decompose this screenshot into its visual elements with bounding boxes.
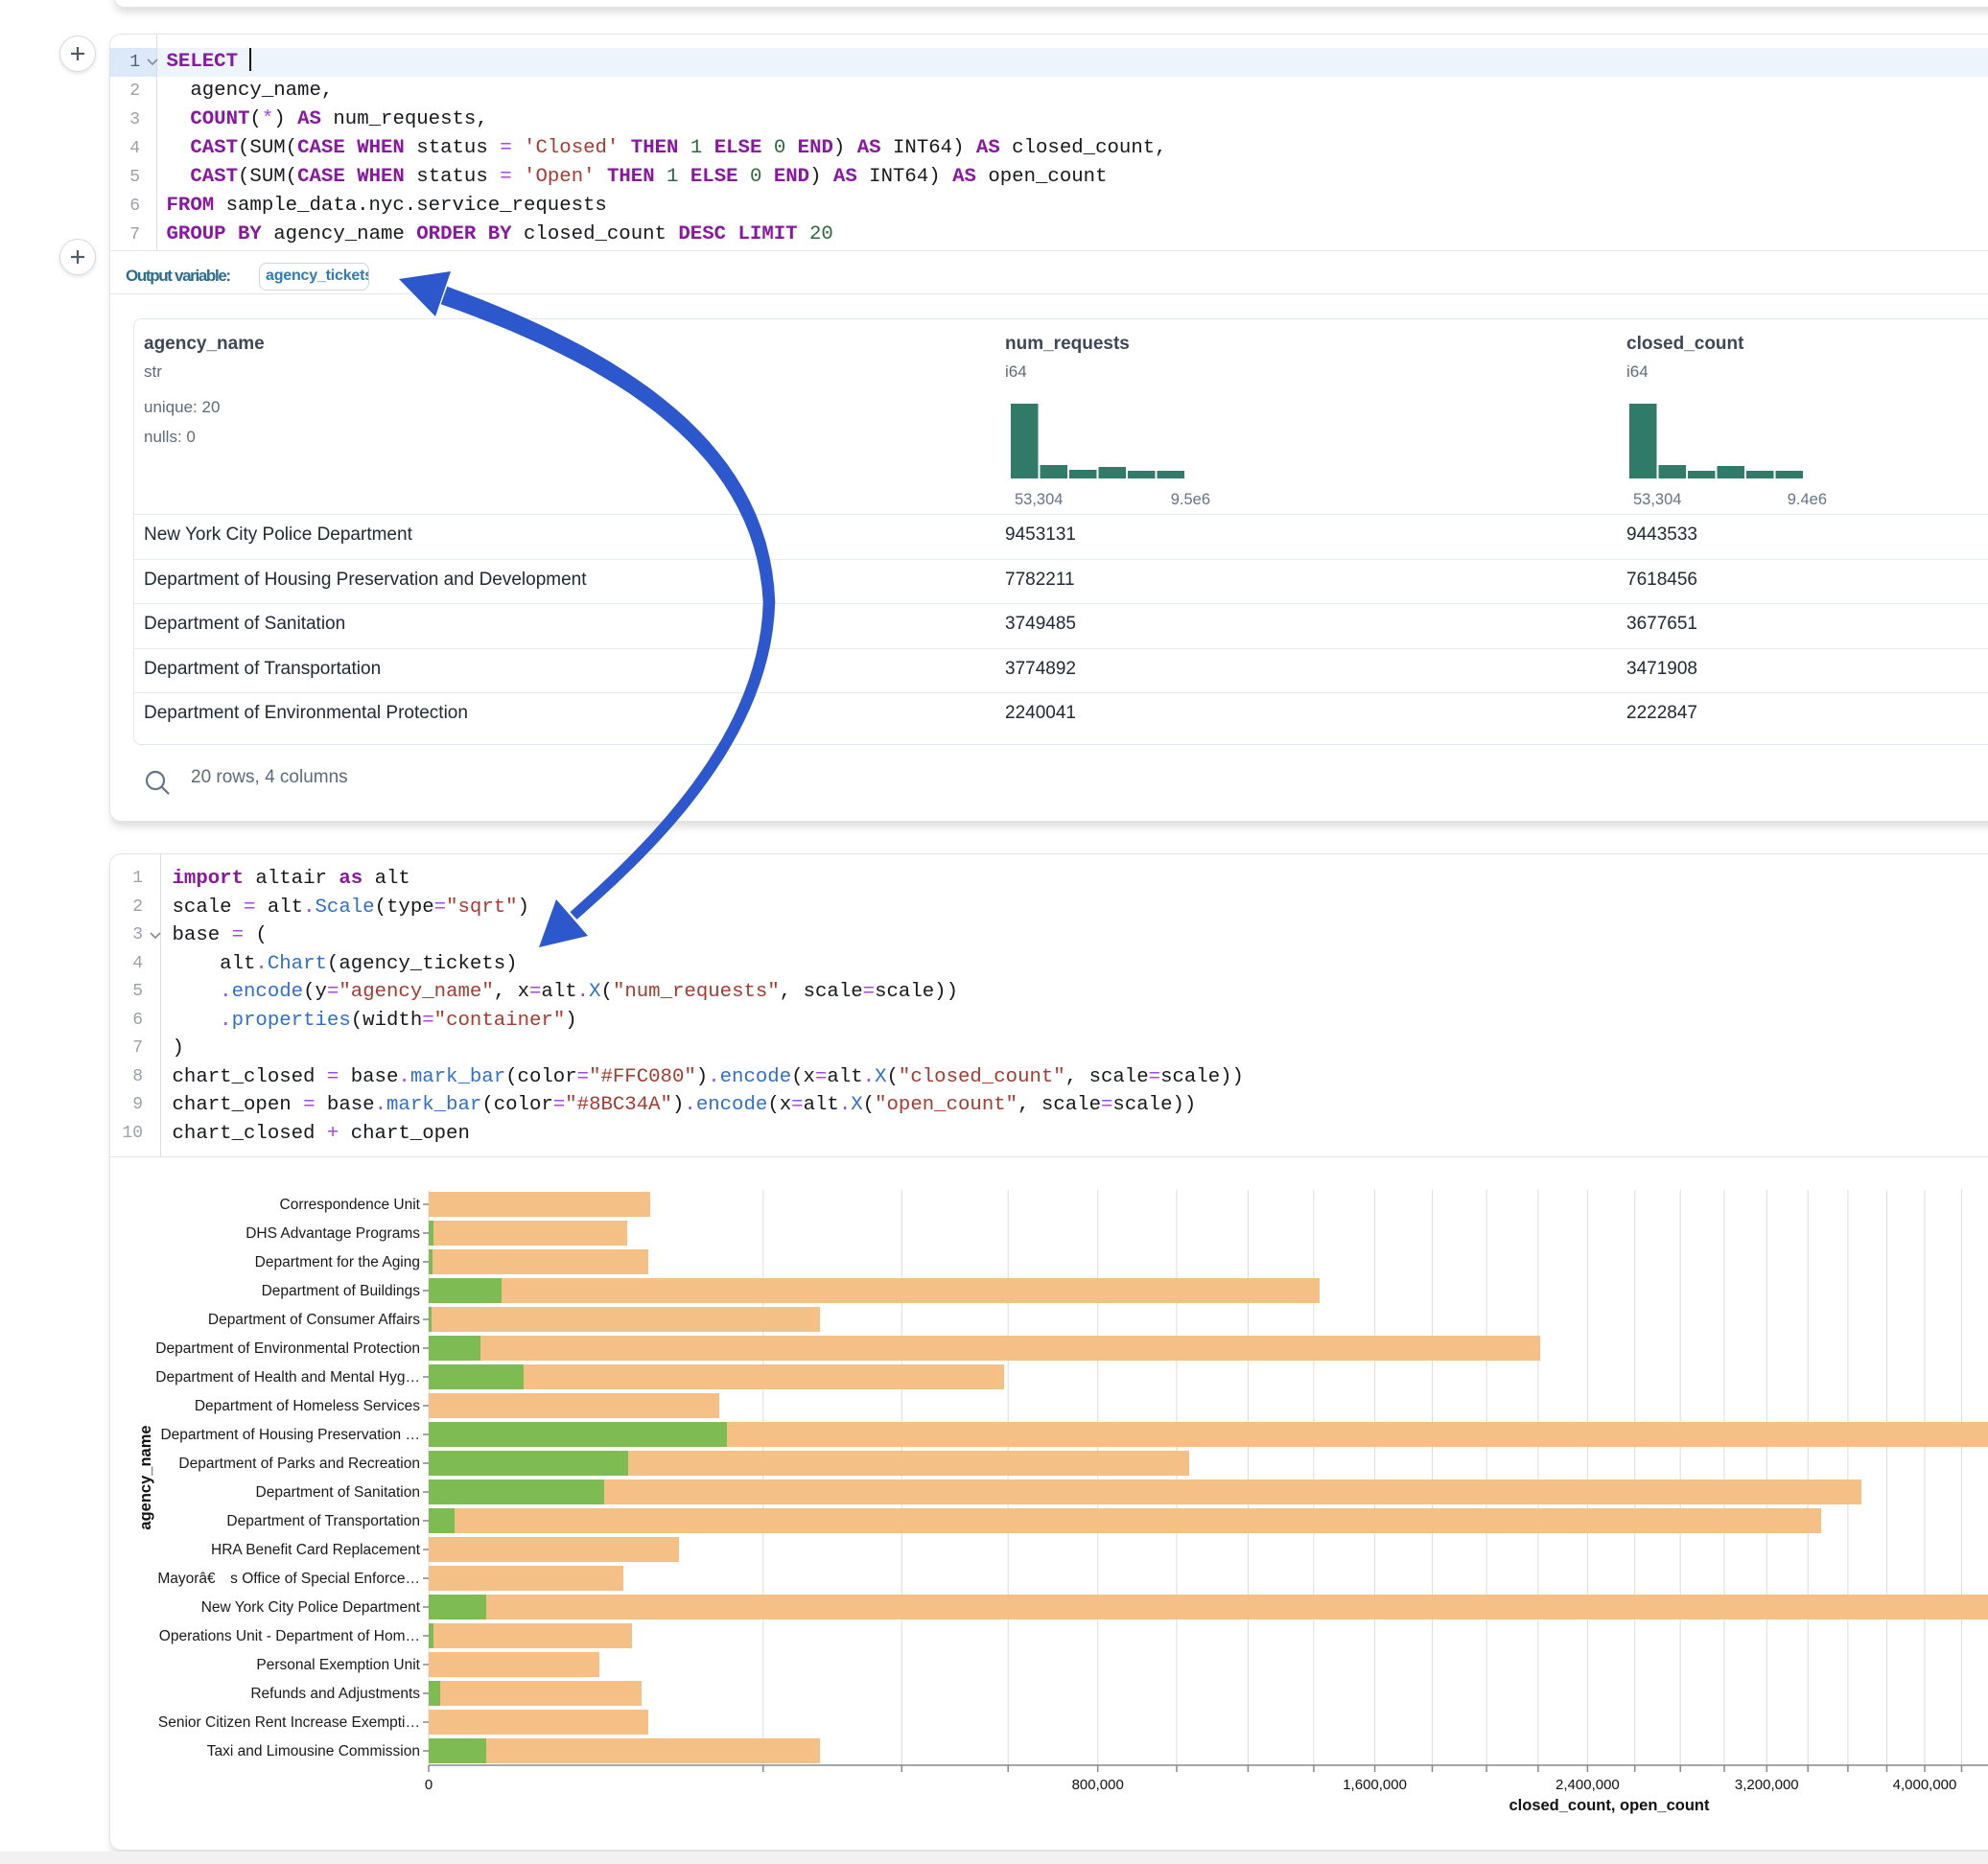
svg-text:Department of Homeless Service: Department of Homeless Services [195, 1398, 420, 1414]
svg-text:800,000: 800,000 [1072, 1777, 1124, 1793]
svg-text:Department of Transportation: Department of Transportation [226, 1513, 420, 1529]
svg-text:Correspondence Unit: Correspondence Unit [280, 1197, 421, 1213]
svg-text:1,600,000: 1,600,000 [1343, 1777, 1407, 1793]
svg-text:Operations Unit - Department o: Operations Unit - Department of Hom… [159, 1628, 420, 1644]
svg-text:3,200,000: 3,200,000 [1735, 1777, 1799, 1793]
svg-text:Taxi and Limousine Commission: Taxi and Limousine Commission [207, 1743, 420, 1759]
svg-text:Department of Health and Menta: Department of Health and Mental Hyg… [155, 1369, 420, 1386]
svg-text:2,400,000: 2,400,000 [1555, 1777, 1620, 1793]
svg-text:Personal Exemption Unit: Personal Exemption Unit [256, 1657, 420, 1673]
svg-text:Department of Buildings: Department of Buildings [262, 1283, 421, 1299]
svg-text:DHS Advantage Programs: DHS Advantage Programs [246, 1225, 420, 1242]
svg-text:HRA Benefit Card Replacement: HRA Benefit Card Replacement [211, 1542, 421, 1558]
svg-text:4,000,000: 4,000,000 [1893, 1777, 1957, 1793]
svg-text:Department of Housing Preserva: Department of Housing Preservation … [160, 1427, 420, 1443]
svg-text:0: 0 [425, 1777, 433, 1793]
svg-text:Department of Sanitation: Department of Sanitation [256, 1484, 420, 1501]
svg-text:agency_name: agency_name [137, 1425, 154, 1529]
svg-text:New York City Police Departmen: New York City Police Department [201, 1599, 421, 1616]
svg-text:Department of Consumer Affairs: Department of Consumer Affairs [208, 1312, 420, 1328]
svg-text:Department of Parks and Recrea: Department of Parks and Recreation [178, 1456, 420, 1472]
svg-text:Refunds and Adjustments: Refunds and Adjustments [250, 1686, 420, 1702]
svg-text:Mayorâ€ s Office of Special E: Mayorâ€ s Office of Special Enforce… [157, 1571, 420, 1587]
svg-text:Department of Environmental Pr: Department of Environmental Protection [155, 1340, 420, 1357]
svg-text:Senior Citizen Rent Increase E: Senior Citizen Rent Increase Exempti… [158, 1714, 420, 1731]
svg-text:closed_count, open_count: closed_count, open_count [1509, 1797, 1710, 1814]
svg-text:Department for the Aging: Department for the Aging [255, 1254, 420, 1270]
